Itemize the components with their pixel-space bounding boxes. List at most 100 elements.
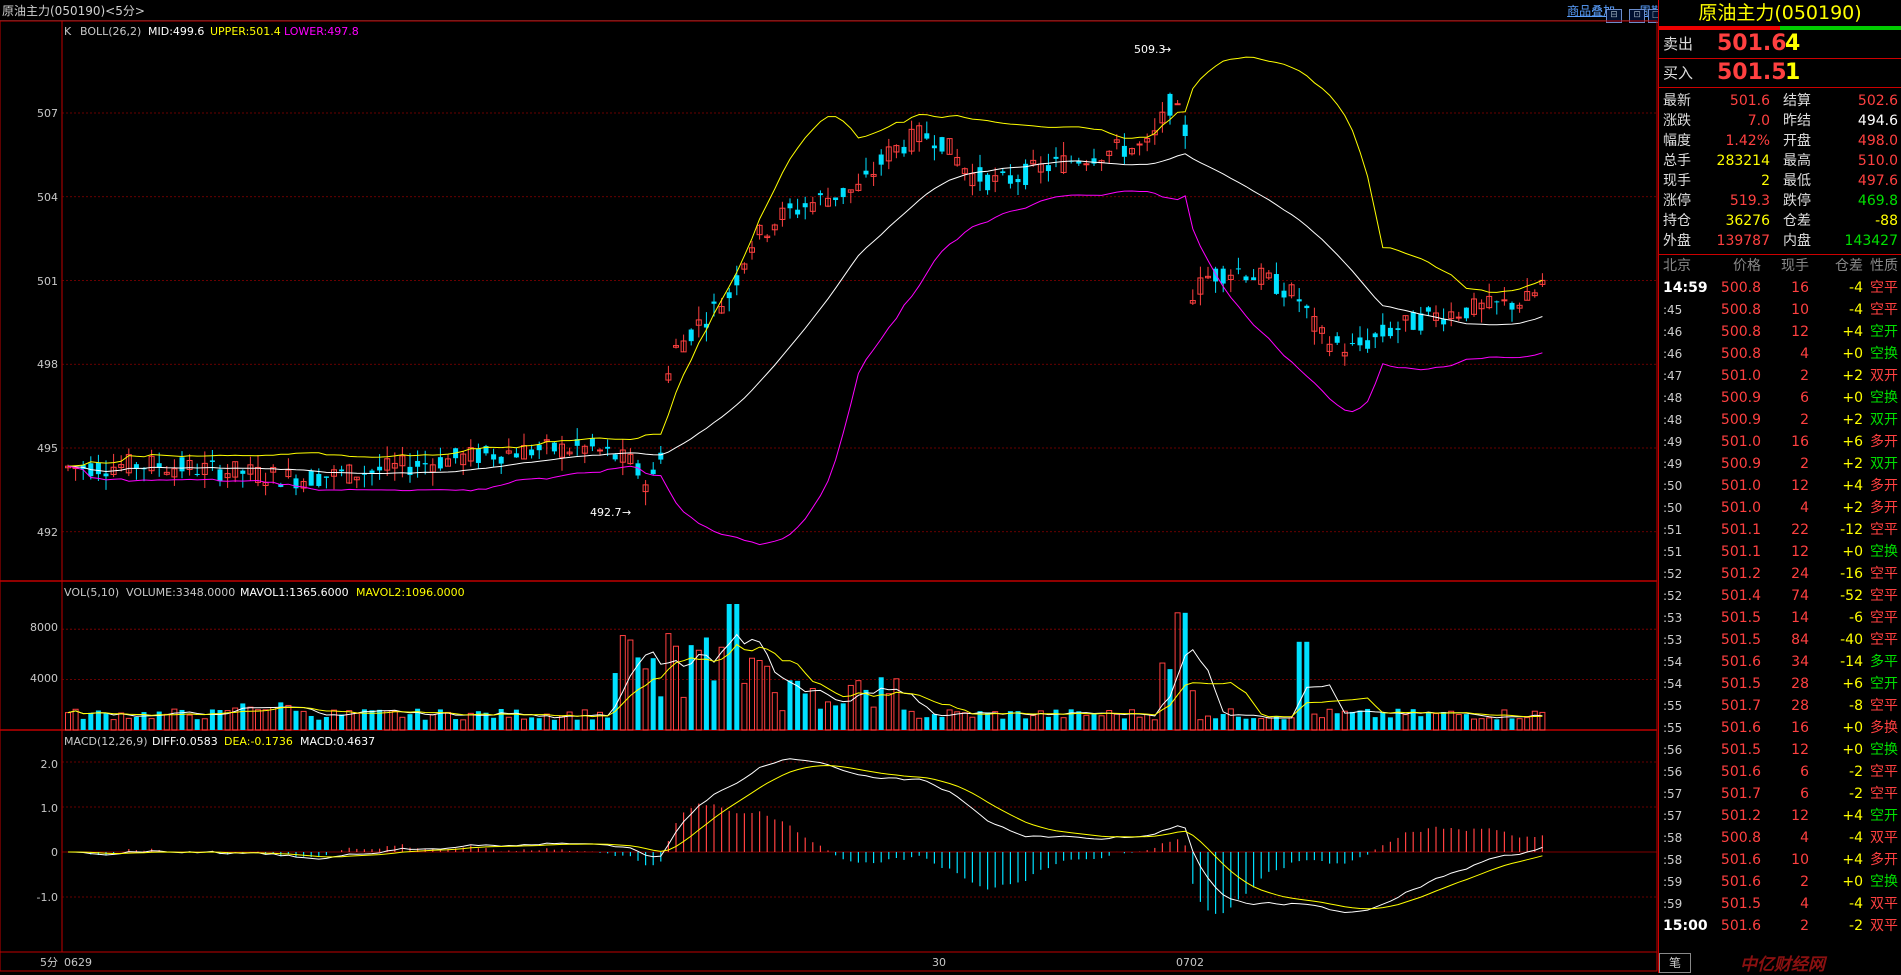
tick-row: 15:00 501.6 2 -2 双平 bbox=[1659, 915, 1901, 937]
tick-time: :51 bbox=[1663, 545, 1683, 559]
tick-time: :56 bbox=[1663, 743, 1683, 757]
boll-upper: UPPER:501.4 bbox=[210, 25, 281, 38]
volume-bar bbox=[1341, 710, 1348, 731]
candle-body bbox=[1501, 299, 1508, 302]
candle-body bbox=[475, 448, 481, 463]
volume-bar bbox=[186, 714, 193, 731]
tick-oi-change: -4 bbox=[1849, 830, 1863, 846]
tick-nature: 空平 bbox=[1870, 610, 1898, 626]
candle-body bbox=[1235, 268, 1241, 270]
volume-bar bbox=[574, 719, 580, 730]
volume-bar bbox=[1387, 717, 1393, 730]
volume-bar bbox=[1265, 717, 1272, 731]
candle-body bbox=[589, 438, 595, 447]
tick-row: :58 500.8 4 -4 双平 bbox=[1659, 827, 1901, 849]
tick-price: 501.6 bbox=[1720, 764, 1761, 780]
tick-time: :50 bbox=[1663, 501, 1683, 515]
tick-nature: 双平 bbox=[1870, 918, 1898, 934]
tick-nature: 空平 bbox=[1870, 698, 1898, 714]
tick-time: :57 bbox=[1663, 809, 1683, 823]
chart-area[interactable]: K BOLL(26,2) MID:499.6 UPPER:501.4 LOWER… bbox=[0, 20, 1658, 973]
candle-body bbox=[551, 442, 557, 452]
candle-body bbox=[924, 133, 930, 139]
volume-bar bbox=[1334, 713, 1340, 730]
volume-bar bbox=[809, 687, 816, 731]
kline-chart[interactable]: K BOLL(26,2) MID:499.6 UPPER:501.4 LOWER… bbox=[0, 20, 1658, 973]
tick-row: :53 501.5 84 -40 空平 bbox=[1659, 629, 1901, 651]
candle-body bbox=[407, 466, 413, 476]
candle-body bbox=[734, 275, 740, 286]
tick-row: :50 501.0 4 +2 多开 bbox=[1659, 497, 1901, 519]
tick-price: 501.5 bbox=[1720, 610, 1761, 626]
tick-price: 501.5 bbox=[1720, 676, 1761, 692]
quote-row: 总手 283214 最高 510.0 bbox=[1659, 151, 1901, 171]
tick-oi-change: -4 bbox=[1849, 896, 1863, 912]
volume-bar bbox=[1121, 718, 1127, 730]
tick-oi-change: -2 bbox=[1849, 786, 1863, 802]
quote-label: 外盘 bbox=[1663, 233, 1691, 249]
tick-nature: 空平 bbox=[1870, 764, 1898, 780]
tick-volume: 12 bbox=[1791, 808, 1809, 824]
tick-nature: 空开 bbox=[1870, 676, 1898, 692]
quote-value: 1.42% bbox=[1725, 133, 1770, 149]
tick-nature: 空平 bbox=[1870, 588, 1898, 604]
volume-bar bbox=[1509, 718, 1515, 730]
volume-bar bbox=[300, 710, 307, 731]
quote-label: 仓差 bbox=[1783, 213, 1811, 229]
tick-time: :49 bbox=[1663, 457, 1683, 471]
candle-body bbox=[711, 301, 717, 304]
quote-value: 510.0 bbox=[1857, 153, 1898, 169]
volume-bar bbox=[201, 718, 208, 731]
candle-body bbox=[1251, 277, 1257, 281]
tick-time: :58 bbox=[1663, 853, 1683, 867]
volume-bar bbox=[802, 693, 808, 730]
volume-bar bbox=[536, 718, 542, 730]
volume-bar bbox=[1023, 718, 1029, 730]
candle-body bbox=[650, 469, 656, 475]
candle-body bbox=[437, 457, 443, 469]
tick-volume: 24 bbox=[1791, 566, 1809, 582]
bid-label: 买入 bbox=[1663, 64, 1694, 82]
candle-body bbox=[1304, 305, 1310, 309]
volume-bar bbox=[605, 717, 611, 730]
volume-bar bbox=[498, 708, 504, 730]
macd-diff: DIFF:0.0583 bbox=[152, 735, 218, 748]
tick-time: :54 bbox=[1663, 677, 1683, 691]
tab-ticks[interactable]: 笔 bbox=[1659, 953, 1691, 973]
candle-body bbox=[1425, 307, 1431, 312]
tick-volume: 34 bbox=[1791, 654, 1809, 670]
candle-body bbox=[1273, 274, 1279, 294]
tick-nature: 多开 bbox=[1870, 434, 1898, 450]
candle-body bbox=[817, 193, 823, 196]
tick-price: 501.6 bbox=[1720, 918, 1761, 934]
candle-body bbox=[833, 197, 839, 201]
tick-nature: 多平 bbox=[1870, 654, 1898, 670]
tick-time: :59 bbox=[1663, 875, 1683, 889]
volume-bar bbox=[240, 703, 246, 730]
volume-bar bbox=[1501, 709, 1508, 731]
candle-body bbox=[1372, 333, 1378, 338]
volume-bar bbox=[407, 714, 413, 730]
candle-body bbox=[726, 292, 732, 299]
tick-list[interactable]: 14:59 500.8 16 -4 空平:45 500.8 10 -4 空平:4… bbox=[1659, 277, 1901, 937]
candle-body bbox=[802, 203, 808, 208]
volume-bar bbox=[855, 680, 862, 731]
volume-bar bbox=[946, 709, 953, 731]
tick-oi-change: +0 bbox=[1842, 742, 1863, 758]
candle-body bbox=[1053, 156, 1059, 159]
tick-price: 501.0 bbox=[1720, 434, 1761, 450]
tick-row: :58 501.6 10 +4 多开 bbox=[1659, 849, 1901, 871]
tick-row: :46 500.8 4 +0 空换 bbox=[1659, 343, 1901, 365]
candle-body bbox=[985, 174, 991, 191]
volume-bar bbox=[1471, 718, 1477, 731]
candle-body bbox=[1136, 143, 1143, 146]
candle-body bbox=[931, 145, 937, 149]
quote-label: 最低 bbox=[1783, 173, 1811, 189]
tick-row: 14:59 500.8 16 -4 空平 bbox=[1659, 277, 1901, 299]
candle-body bbox=[323, 476, 329, 478]
volume-bar bbox=[1524, 717, 1531, 731]
vol-volume: VOLUME:3348.0000 bbox=[126, 586, 235, 599]
volume-bar bbox=[331, 709, 337, 731]
watermark: 中亿财经网 bbox=[1740, 955, 1825, 975]
volume-bar bbox=[1045, 716, 1051, 730]
